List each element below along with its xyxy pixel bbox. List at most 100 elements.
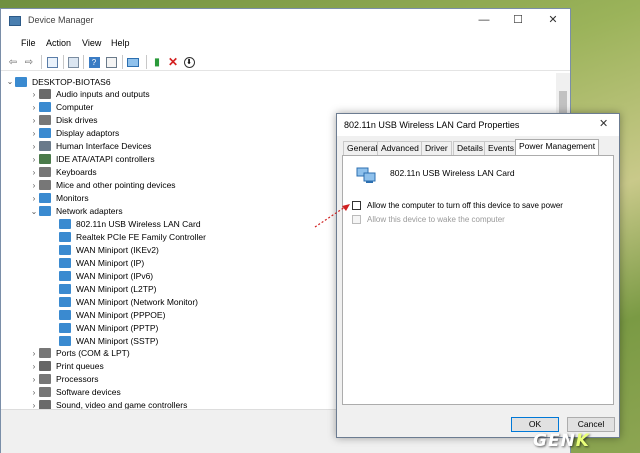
menu-file[interactable]: File [21,38,36,48]
properties-icon[interactable] [45,55,59,69]
network-adapter-icon [59,322,71,333]
view-icon[interactable] [104,55,118,69]
tree-category[interactable]: › Ports (COM & LPT) [29,347,130,360]
ok-button[interactable]: OK [511,417,559,432]
turn-off-checkbox[interactable] [352,201,361,210]
chevron-right-icon[interactable]: › [29,142,39,151]
maximize-button[interactable]: ☐ [501,9,535,33]
help-icon[interactable]: ? [87,55,101,69]
tree-category[interactable]: › Computer [29,101,93,114]
network-adapter-icon [59,244,71,255]
chevron-right-icon[interactable]: › [29,181,39,190]
tree-category[interactable]: › Keyboards [29,166,97,179]
chevron-right-icon[interactable]: › [29,362,39,371]
forward-arrow-icon[interactable]: ⇨ [22,55,36,69]
tab-power-management[interactable]: Power Management [515,139,600,155]
network-adapter-label: WAN Miniport (SSTP) [76,335,159,346]
dialog-close-button[interactable]: ✕ [599,117,608,130]
chevron-right-icon[interactable]: › [29,388,39,397]
toolbar-divider [83,55,84,69]
menu-help[interactable]: Help [111,38,130,48]
tree-category[interactable]: ⌄ Network adapters [29,205,123,218]
tree-category[interactable]: › Audio inputs and outputs [29,88,150,101]
tree-category-label: Software devices [56,387,121,398]
network-adapter-item[interactable]: WAN Miniport (IPv6) [59,269,153,282]
refresh-icon[interactable] [66,55,80,69]
tree-category[interactable]: › Monitors [29,192,89,205]
minimize-button[interactable]: — [467,9,501,33]
chevron-right-icon[interactable]: › [29,116,39,125]
tree-category-label: Audio inputs and outputs [56,89,150,100]
network-adapter-item[interactable]: WAN Miniport (PPTP) [59,321,158,334]
chevron-right-icon[interactable]: › [29,129,39,138]
menu-view[interactable]: View [82,38,101,48]
tree-category[interactable]: › Display adaptors [29,127,119,140]
chevron-right-icon[interactable]: › [29,168,39,177]
chevron-right-icon[interactable]: › [29,90,39,99]
network-adapter-icon [59,283,71,294]
dialog-title: 802.11n USB Wireless LAN Card Properties [344,120,520,130]
computer-icon [15,76,27,87]
close-button[interactable]: ✕ [536,9,570,33]
tree-category[interactable]: › Processors [29,373,99,386]
chevron-right-icon[interactable]: › [29,194,39,203]
option-wake-computer: Allow this device to wake the computer [352,215,505,224]
printer-icon [39,361,51,372]
tree-category[interactable]: › Disk drives [29,114,98,127]
tab-details[interactable]: Details [453,141,487,155]
tab-advanced[interactable]: Advanced [377,141,423,155]
network-adapter-item[interactable]: 802.11n USB Wireless LAN Card [59,217,201,230]
display-icon [39,128,51,139]
network-adapter-icon [59,335,71,346]
tree-category-label: Human Interface Devices [56,141,152,152]
dialog-title-bar[interactable]: 802.11n USB Wireless LAN Card Properties… [337,114,619,136]
network-adapter-icon [59,296,71,307]
network-icon [39,206,51,216]
tree-category[interactable]: › Mice and other pointing devices [29,179,176,192]
ide-icon [39,154,51,165]
tree-category[interactable]: › Human Interface Devices [29,140,151,153]
cancel-button[interactable]: Cancel [567,417,615,432]
back-arrow-icon[interactable]: ⇦ [6,55,20,69]
tree-category[interactable]: › Sound, video and game controllers [29,399,187,409]
option-turn-off-device[interactable]: Allow the computer to turn off this devi… [352,201,563,210]
tree-category-label: Processors [56,374,99,385]
wake-checkbox [352,215,361,224]
update-driver-icon[interactable]: ⬇ [182,55,196,69]
network-adapter-item[interactable]: Realtek PCIe FE Family Controller [59,230,206,243]
network-adapter-item[interactable]: WAN Miniport (IP) [59,256,144,269]
mouse-icon [39,180,51,191]
network-adapter-icon [59,231,71,242]
toolbar-divider [41,55,42,69]
network-adapter-label: 802.11n USB Wireless LAN Card [76,218,201,229]
tree-category-label: Mice and other pointing devices [56,180,176,191]
chevron-down-icon[interactable]: ⌄ [5,77,15,86]
enable-device-icon[interactable]: ▮ [150,55,164,69]
tree-category[interactable]: › Software devices [29,386,121,399]
tree-category[interactable]: › Print queues [29,360,104,373]
tab-driver[interactable]: Driver [421,141,452,155]
network-adapter-item[interactable]: WAN Miniport (PPPOE) [59,308,165,321]
chevron-right-icon[interactable]: › [29,103,39,112]
tree-category[interactable]: › IDE ATA/ATAPI controllers [29,153,155,166]
menu-action[interactable]: Action [46,38,71,48]
network-adapter-item[interactable]: WAN Miniport (IKEv2) [59,243,159,256]
turn-off-label: Allow the computer to turn off this devi… [367,201,563,210]
title-bar[interactable]: Device Manager — ☐ ✕ [1,9,570,33]
chevron-right-icon[interactable]: › [29,401,39,409]
chevron-right-icon[interactable]: › [29,349,39,358]
monitor-icon[interactable] [126,55,140,69]
tree-category-label: Display adaptors [56,128,120,139]
computer-icon [39,102,51,113]
chevron-down-icon[interactable]: ⌄ [29,207,39,216]
network-adapter-item[interactable]: WAN Miniport (SSTP) [59,334,158,347]
chevron-right-icon[interactable]: › [29,375,39,384]
network-adapter-label: WAN Miniport (L2TP) [76,283,157,294]
tree-root[interactable]: ⌄ DESKTOP-BIOTAS6 [5,75,111,88]
tab-events[interactable]: Events [484,141,518,155]
uninstall-x-icon[interactable]: ✕ [166,55,180,69]
tab-general[interactable]: General [343,141,382,155]
chevron-right-icon[interactable]: › [29,155,39,164]
network-adapter-item[interactable]: WAN Miniport (L2TP) [59,282,156,295]
network-adapter-item[interactable]: WAN Miniport (Network Monitor) [59,295,198,308]
